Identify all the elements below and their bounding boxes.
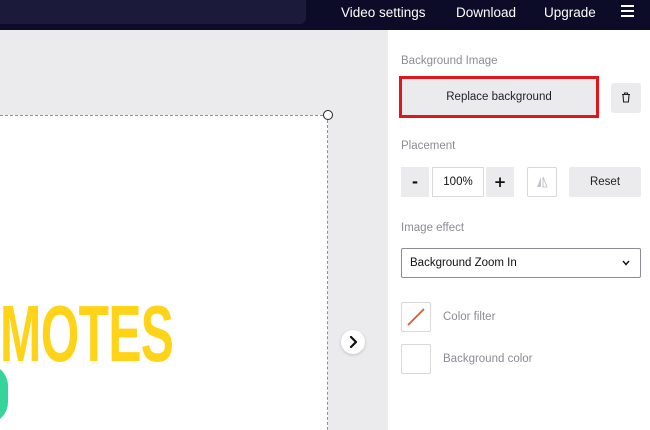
download-link[interactable]: Download xyxy=(456,0,516,26)
image-effect-select[interactable]: Background Zoom In xyxy=(401,248,641,278)
color-filter-swatch[interactable] xyxy=(401,302,431,332)
upgrade-link[interactable]: Upgrade xyxy=(544,0,596,26)
zoom-in-button[interactable]: + xyxy=(486,167,514,197)
next-slide-button[interactable] xyxy=(341,330,365,354)
project-title-field[interactable] xyxy=(0,0,306,24)
background-color-swatch[interactable] xyxy=(401,344,431,374)
no-color-slash-icon xyxy=(407,308,425,326)
image-effect-label: Image effect xyxy=(401,222,465,234)
video-settings-link[interactable]: Video settings xyxy=(341,0,426,26)
placement-label: Placement xyxy=(401,140,456,152)
zoom-value-input[interactable]: 100% xyxy=(432,167,484,197)
background-image-label: Background Image xyxy=(401,55,498,67)
color-filter-label: Color filter xyxy=(443,311,496,323)
replace-background-button[interactable]: Replace background xyxy=(399,76,599,118)
top-bar: Video settings Download Upgrade xyxy=(0,0,650,30)
hamburger-menu-icon[interactable] xyxy=(621,5,635,19)
background-color-label: Background color xyxy=(443,353,533,365)
flip-horizontal-button[interactable] xyxy=(527,167,557,197)
image-effect-selected: Background Zoom In xyxy=(410,257,517,269)
reset-placement-button[interactable]: Reset xyxy=(569,167,641,197)
delete-background-button[interactable] xyxy=(611,83,641,113)
chevron-right-icon xyxy=(349,336,358,348)
trash-icon xyxy=(622,92,630,103)
artboard[interactable]: MOTES xyxy=(0,115,328,430)
chevron-down-icon xyxy=(622,260,630,266)
canvas-area: MOTES xyxy=(0,30,388,430)
zoom-out-button[interactable]: - xyxy=(401,167,429,197)
artboard-headline[interactable]: MOTES xyxy=(0,294,174,374)
flip-horizontal-icon xyxy=(537,176,548,188)
properties-panel: Background Image Replace background Plac… xyxy=(388,30,650,430)
resize-handle[interactable] xyxy=(323,110,333,120)
